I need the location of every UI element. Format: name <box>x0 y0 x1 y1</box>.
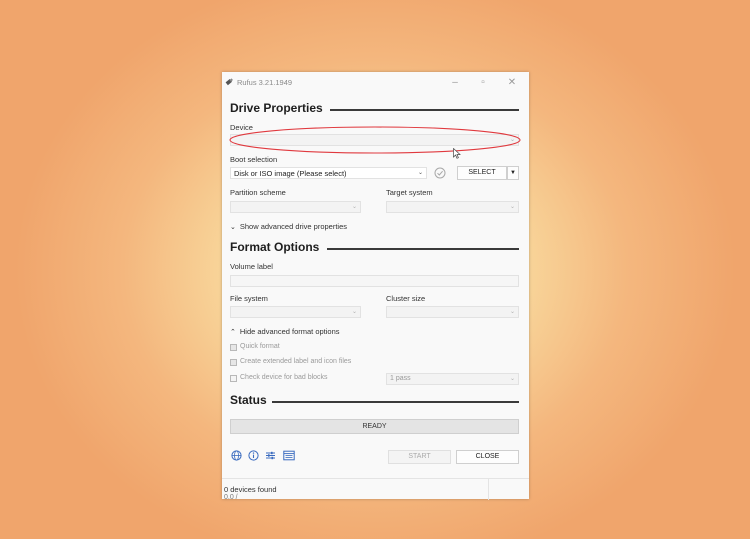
status-heading: Status <box>230 393 267 407</box>
log-icon[interactable] <box>283 450 295 461</box>
format-options-rule <box>327 248 519 250</box>
status-bar: 0 devices found 0.0 / <box>222 478 529 501</box>
boot-selection-value: Disk or ISO image (Please select) <box>234 169 347 178</box>
minimize-button[interactable]: – <box>447 76 463 90</box>
partition-scheme-dropdown[interactable]: ⌄ <box>230 201 361 213</box>
start-button[interactable]: START <box>388 450 451 464</box>
drive-properties-heading: Drive Properties <box>230 101 323 115</box>
settings-sliders-icon[interactable] <box>265 450 276 461</box>
cluster-size-dropdown[interactable]: ⌄ <box>386 306 519 318</box>
chevron-up-icon: ⌃ <box>230 329 236 336</box>
rufus-window: Rufus 3.21.1949 – ▫ ✕ Drive Properties D… <box>222 72 529 501</box>
progress-text: READY <box>362 423 387 430</box>
annotation-ellipse <box>229 126 521 154</box>
check-hash-icon[interactable] <box>434 167 446 179</box>
title-bar: Rufus 3.21.1949 – ▫ ✕ <box>222 72 529 94</box>
file-system-label: File system <box>230 294 268 303</box>
partition-scheme-label: Partition scheme <box>230 188 286 197</box>
drive-properties-rule <box>330 109 519 111</box>
info-icon[interactable] <box>248 450 259 461</box>
passes-dropdown[interactable]: 1 pass ⌄ <box>386 373 519 385</box>
usb-drive-icon <box>225 78 233 86</box>
bad-blocks-checkbox[interactable] <box>230 375 237 382</box>
target-system-dropdown[interactable]: ⌄ <box>386 201 519 213</box>
passes-value: 1 pass <box>390 375 411 382</box>
target-system-label: Target system <box>386 188 433 197</box>
devices-found-text: 0 devices found <box>224 485 277 494</box>
statusbar-secondary-text: 0.0 / <box>224 494 238 501</box>
status-rule <box>272 401 519 403</box>
statusbar-divider <box>488 479 489 500</box>
extended-label-label: Create extended label and icon files <box>240 358 352 365</box>
mouse-cursor-icon <box>453 148 461 159</box>
advanced-format-toggle-label: Hide advanced format options <box>239 327 340 336</box>
quick-format-label: Quick format <box>240 343 280 350</box>
file-system-dropdown[interactable]: ⌄ <box>230 306 361 318</box>
cluster-size-label: Cluster size <box>386 294 426 303</box>
select-dropdown-arrow[interactable]: ▼ <box>507 166 519 180</box>
extended-label-checkbox[interactable] <box>230 359 237 366</box>
chevron-down-icon: ⌄ <box>351 309 357 315</box>
chevron-down-icon: ⌄ <box>417 170 423 176</box>
format-options-heading: Format Options <box>230 240 320 254</box>
boot-selection-label: Boot selection <box>230 155 278 164</box>
maximize-button[interactable]: ▫ <box>475 76 491 90</box>
progress-bar: READY <box>230 419 519 434</box>
select-button[interactable]: SELECT <box>457 166 507 180</box>
window-title: Rufus 3.21.1949 <box>237 78 293 87</box>
quick-format-checkbox[interactable] <box>230 344 237 351</box>
chevron-down-icon: ⌄ <box>230 224 236 231</box>
volume-label-input[interactable] <box>230 275 519 287</box>
volume-label-label: Volume label <box>230 262 273 271</box>
advanced-format-toggle[interactable]: ⌃ Hide advanced format options <box>230 327 340 336</box>
boot-selection-dropdown[interactable]: Disk or ISO image (Please select) ⌄ <box>230 167 427 179</box>
close-button[interactable]: CLOSE <box>456 450 519 464</box>
bad-blocks-label: Check device for bad blocks <box>240 374 328 381</box>
chevron-down-icon: ⌄ <box>509 376 515 382</box>
advanced-drive-toggle[interactable]: ⌄ Show advanced drive properties <box>230 222 347 231</box>
globe-icon[interactable] <box>231 450 242 461</box>
chevron-down-icon: ⌄ <box>509 309 515 315</box>
chevron-down-icon: ⌄ <box>509 204 515 210</box>
close-window-button[interactable]: ✕ <box>504 76 520 90</box>
advanced-drive-toggle-label: Show advanced drive properties <box>239 222 348 231</box>
chevron-down-icon: ⌄ <box>351 204 357 210</box>
